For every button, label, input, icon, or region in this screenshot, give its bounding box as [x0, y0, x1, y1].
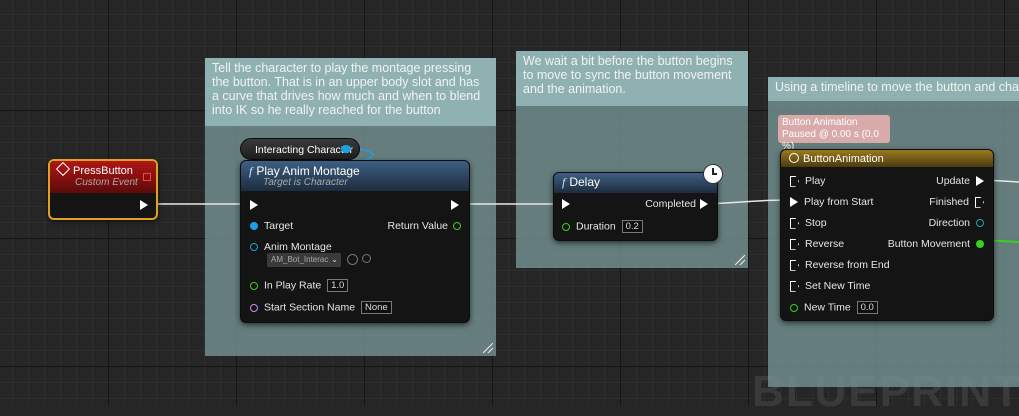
browse-search-icon[interactable]: [362, 254, 371, 263]
timeline-badge-name: Button Animation: [782, 117, 858, 128]
stop-pin-row[interactable]: Stop: [790, 217, 827, 229]
update-pin[interactable]: [976, 176, 984, 187]
play-from-start-pin-row[interactable]: Play from Start: [790, 196, 873, 208]
in-play-rate-label: In Play Rate: [264, 279, 322, 292]
anim-montage-pin[interactable]: [250, 243, 258, 252]
timeline-status-badge: Button Animation Paused @ 0.00 s (0.0 %): [778, 115, 890, 152]
reverse-label: Reverse: [805, 238, 845, 250]
completed-pin[interactable]: [700, 199, 708, 210]
start-section-pin[interactable]: [250, 303, 258, 312]
start-section-pin-row[interactable]: Start Section Name None: [250, 301, 392, 314]
anim-montage-pin-row[interactable]: Anim Montage: [250, 241, 332, 253]
play-anim-montage-header: f Play Anim Montage Target is Character: [241, 161, 469, 191]
reverse-from-end-pin[interactable]: [790, 259, 799, 271]
play-anim-montage-node[interactable]: f Play Anim Montage Target is Character T…: [240, 160, 470, 323]
stop-label: Stop: [805, 217, 827, 229]
play-anim-montage-title: Play Anim Montage: [256, 164, 360, 178]
play-label: Play: [805, 175, 826, 187]
button-animation-node[interactable]: ButtonAnimation Play Play from Start Sto…: [780, 149, 994, 321]
start-section-label: Start Section Name: [264, 301, 356, 314]
play-pin[interactable]: [790, 175, 799, 187]
play-anim-montage-subtitle: Target is Character: [263, 177, 348, 188]
press-button-title: PressButton: [73, 165, 133, 177]
object-out-pin[interactable]: [341, 145, 351, 153]
in-play-rate-input[interactable]: 1.0: [327, 279, 349, 292]
button-animation-title: ButtonAnimation: [803, 153, 884, 165]
use-selected-icon[interactable]: [347, 254, 358, 265]
set-new-time-pin-row[interactable]: Set New Time: [790, 280, 870, 292]
anim-montage-value: AM_Bot_Interac: [271, 255, 329, 264]
reverse-pin-row[interactable]: Reverse: [790, 238, 844, 250]
delay-node[interactable]: f Delay Completed Duration 0.2: [553, 164, 723, 241]
duration-pin-row[interactable]: Duration 0.2: [562, 220, 643, 233]
update-label: Update: [936, 175, 970, 187]
press-button-node[interactable]: PressButton Custom Event: [48, 159, 158, 220]
finished-label: Finished: [929, 196, 969, 208]
new-time-pin-row[interactable]: New Time 0.0: [790, 301, 878, 314]
interacting-character-node[interactable]: Interacting Character: [240, 138, 360, 160]
delay-header: f Delay: [554, 173, 717, 193]
anim-montage-dropdown[interactable]: AM_Bot_Interac ⌄: [267, 253, 341, 267]
duration-label: Duration: [576, 220, 616, 233]
update-pin-row[interactable]: Update: [936, 175, 984, 187]
chevron-down-icon: ⌄: [331, 255, 338, 264]
return-value-pin[interactable]: [453, 222, 461, 231]
play-pin-row[interactable]: Play: [790, 175, 825, 187]
button-animation-header: ButtonAnimation: [781, 150, 993, 167]
reverse-from-end-label: Reverse from End: [805, 259, 890, 271]
return-value-label: Return Value: [387, 220, 448, 232]
direction-pin-row[interactable]: Direction: [929, 217, 984, 229]
return-value-pin-row[interactable]: Return Value: [387, 220, 461, 232]
exec-out-pin[interactable]: [451, 200, 459, 210]
target-pin-row[interactable]: Target: [250, 220, 293, 232]
in-play-rate-pin[interactable]: [250, 281, 258, 290]
finished-pin-row[interactable]: Finished: [929, 196, 984, 208]
delay-title: Delay: [569, 175, 601, 189]
new-time-label: New Time: [804, 301, 851, 314]
exec-in-pin[interactable]: [562, 199, 570, 209]
set-new-time-pin[interactable]: [790, 280, 799, 292]
stop-pin[interactable]: [790, 217, 799, 229]
set-new-time-label: Set New Time: [805, 280, 871, 292]
new-time-input[interactable]: 0.0: [856, 301, 878, 314]
duration-input[interactable]: 0.2: [621, 220, 643, 233]
target-label: Target: [264, 220, 294, 232]
play-from-start-pin[interactable]: [790, 197, 798, 208]
completed-label: Completed: [645, 198, 696, 210]
reverse-pin[interactable]: [790, 238, 799, 250]
clock-icon: [703, 164, 723, 184]
button-movement-label: Button Movement: [887, 238, 970, 250]
completed-pin-row[interactable]: Completed: [645, 198, 708, 210]
finished-pin[interactable]: [975, 196, 984, 208]
start-section-input[interactable]: None: [360, 301, 392, 314]
reverse-from-end-pin-row[interactable]: Reverse from End: [790, 259, 890, 271]
exec-out-pin[interactable]: [140, 200, 148, 210]
press-button-header: PressButton Custom Event: [50, 161, 156, 193]
event-diamond-icon: [55, 161, 71, 177]
exec-in-pin[interactable]: [250, 200, 258, 210]
press-button-subtitle: Custom Event: [75, 177, 138, 188]
direction-pin[interactable]: [976, 219, 984, 228]
new-time-pin[interactable]: [790, 303, 798, 312]
interacting-character-label: Interacting Character: [255, 144, 354, 156]
play-from-start-label: Play from Start: [804, 196, 874, 208]
target-pin[interactable]: [250, 222, 258, 231]
exec-wire: [705, 199, 789, 205]
button-movement-pin[interactable]: [976, 240, 984, 249]
delegate-pin[interactable]: [143, 173, 151, 181]
timeline-clock-icon: [789, 153, 799, 163]
duration-pin[interactable]: [562, 222, 570, 231]
button-movement-pin-row[interactable]: Button Movement: [888, 238, 984, 250]
anim-montage-label: Anim Montage: [264, 241, 332, 253]
in-play-rate-pin-row[interactable]: In Play Rate 1.0: [250, 279, 349, 292]
direction-label: Direction: [928, 217, 970, 229]
